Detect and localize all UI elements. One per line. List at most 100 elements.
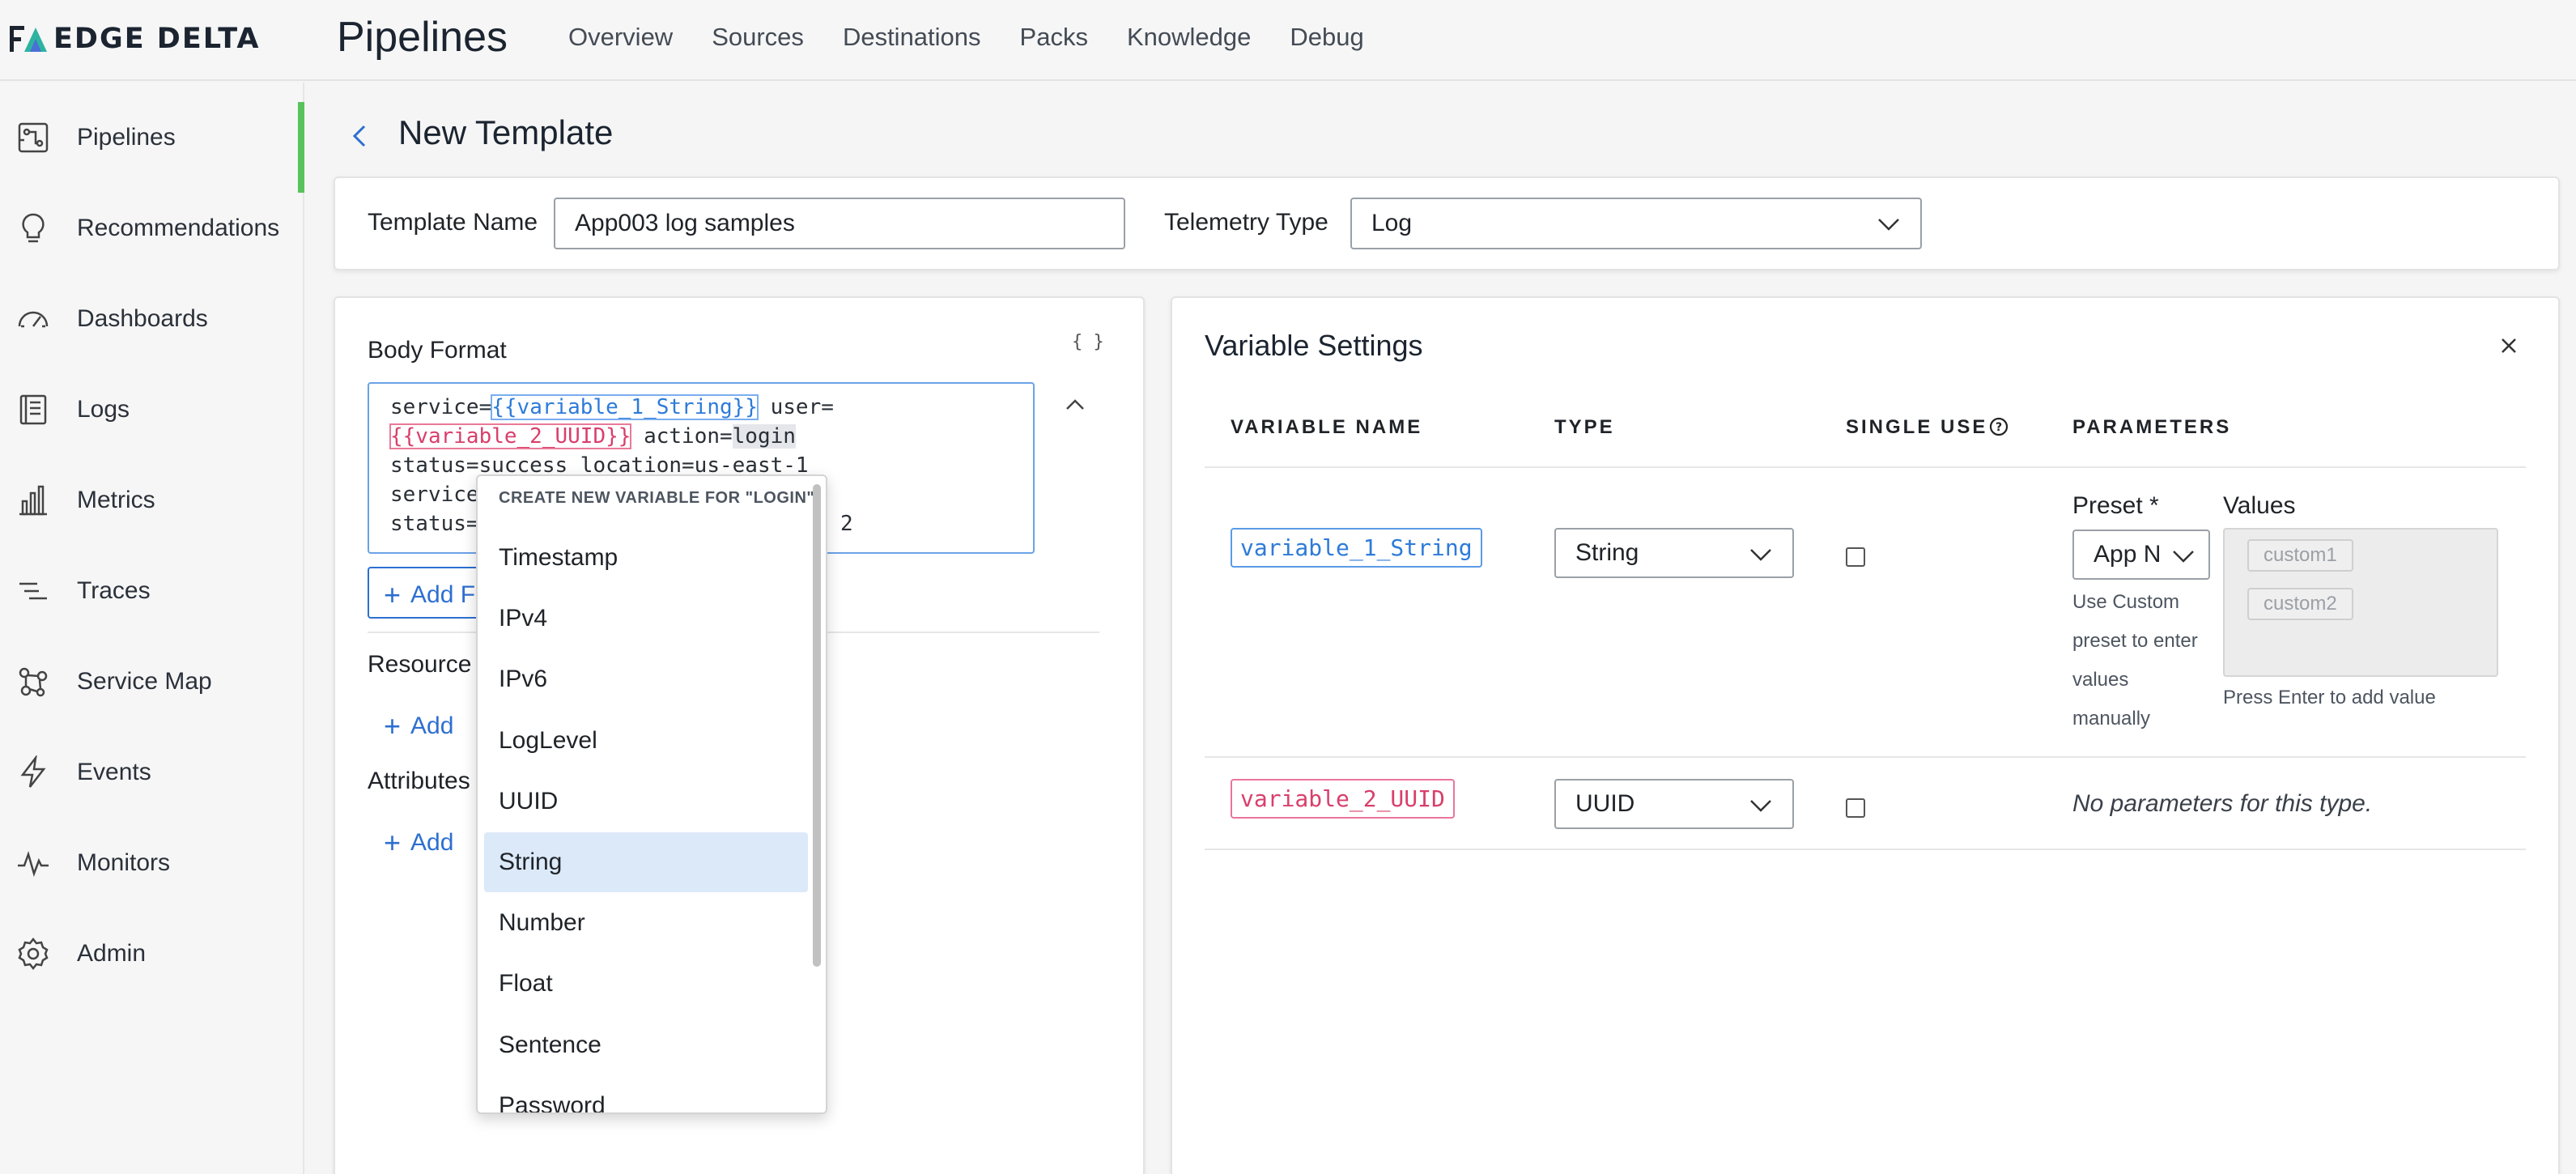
collapse-chevron-up-icon[interactable] (1064, 397, 1086, 413)
column-header-single-use: SINGLE USE (1846, 416, 1988, 438)
telemetry-type-value: Log (1371, 210, 1413, 236)
sidebar-item-label: Traces (77, 577, 151, 604)
dropdown-item-float[interactable]: Float (484, 954, 808, 1014)
preset-label: Preset * (2072, 492, 2159, 519)
json-braces-icon[interactable]: { } (1072, 332, 1104, 352)
variable-name-chip-2[interactable]: variable_2_UUID (1231, 779, 1455, 819)
variable-name-chip-1[interactable]: variable_1_String (1231, 528, 1482, 568)
svg-text:?: ? (1996, 421, 2002, 434)
value-chip-2[interactable]: custom2 (2247, 588, 2353, 620)
nav-overview[interactable]: Overview (568, 23, 673, 52)
sidebar-item-label: Monitors (77, 849, 171, 876)
row-divider (1205, 849, 2526, 850)
sidebar-item-label: Dashboards (77, 305, 208, 332)
close-icon[interactable] (2498, 335, 2519, 356)
single-use-checkbox-2[interactable] (1846, 798, 1865, 818)
values-input[interactable]: custom1 custom2 (2223, 528, 2498, 677)
code-line-2: {{variable_2_UUID}} action=login (389, 423, 796, 449)
value-chip-1[interactable]: custom1 (2247, 539, 2353, 572)
sidebar-item-label: Logs (77, 396, 130, 423)
template-name-value: App003 log samples (575, 210, 795, 236)
page-title: New Template (398, 113, 614, 151)
dropdown-item-number[interactable]: Number (484, 893, 808, 953)
help-icon[interactable]: ? (1988, 416, 2009, 437)
template-name-input[interactable]: App003 log samples (554, 198, 1125, 249)
sidebar-item-label: Metrics (77, 487, 155, 513)
selected-text[interactable]: login (732, 424, 796, 449)
template-name-label: Template Name (368, 209, 538, 236)
dropdown-item-password[interactable]: Password (484, 1076, 808, 1112)
dropdown-header: CREATE NEW VARIABLE FOR "LOGIN" (499, 489, 815, 507)
lightbulb-icon (16, 211, 50, 245)
sidebar-item-logs[interactable]: Logs (0, 364, 304, 455)
sidebar-item-label: Pipelines (77, 124, 176, 151)
add-resource-button[interactable]: + Add (384, 709, 453, 743)
sidebar-item-pipelines[interactable]: Pipelines (0, 92, 304, 193)
edge-delta-logo[interactable]: EDGE DELTA (8, 21, 261, 57)
dropdown-item-loglevel[interactable]: LogLevel (484, 711, 808, 771)
nav-destinations[interactable]: Destinations (843, 23, 981, 52)
resource-label: Resource (368, 651, 472, 678)
plus-icon: + (384, 578, 402, 611)
column-header-parameters: PARAMETERS (2072, 416, 2232, 438)
telemetry-type-label: Telemetry Type (1164, 209, 1328, 236)
logs-icon (16, 393, 50, 427)
logo-mark-icon (10, 26, 47, 52)
gauge-icon (16, 302, 50, 336)
logo-text: EDGE DELTA (53, 23, 261, 55)
values-label: Values (2223, 492, 2296, 519)
code-line-4: service (390, 483, 479, 507)
variable-type-dropdown: CREATE NEW VARIABLE FOR "LOGIN" Timestam… (476, 474, 827, 1114)
variable-token-2[interactable]: {{variable_2_UUID}} (389, 423, 632, 449)
sidebar-item-traces[interactable]: Traces (0, 546, 304, 636)
dropdown-item-timestamp[interactable]: Timestamp (484, 528, 808, 588)
type-select-row-1[interactable]: String (1554, 528, 1794, 578)
telemetry-type-select[interactable]: Log (1350, 198, 1922, 249)
back-chevron-icon[interactable] (346, 120, 372, 152)
bolt-icon (16, 754, 50, 789)
sidebar-item-label: Service Map (77, 668, 212, 695)
bar-chart-icon (16, 483, 50, 517)
preset-hint-line-1: Use Custom (2072, 591, 2180, 613)
nav-knowledge[interactable]: Knowledge (1127, 23, 1251, 52)
sidebar-item-metrics[interactable]: Metrics (0, 455, 304, 546)
page-heading: Pipelines (337, 14, 508, 61)
preset-value: App N (2094, 541, 2162, 568)
dropdown-item-string[interactable]: String (484, 832, 808, 892)
sidebar-item-admin[interactable]: Admin (0, 908, 304, 999)
plus-icon: + (384, 709, 402, 742)
variable-settings-title: Variable Settings (1205, 329, 1423, 362)
dropdown-item-uuid[interactable]: UUID (484, 772, 808, 832)
variable-token-1[interactable]: {{variable_1_String}} (491, 394, 759, 420)
header-divider (1205, 466, 2526, 468)
pipelines-icon (16, 121, 50, 155)
service-map-icon (16, 665, 50, 699)
add-attribute-button[interactable]: + Add (384, 826, 453, 860)
sidebar-item-service-map[interactable]: Service Map (0, 636, 304, 727)
type-select-value: String (1575, 539, 1639, 566)
top-bar: EDGE DELTA Pipelines Overview Sources De… (0, 0, 2576, 81)
values-hint: Press Enter to add value (2223, 687, 2436, 708)
sidebar-item-monitors[interactable]: Monitors (0, 818, 304, 908)
dropdown-item-ipv6[interactable]: IPv6 (484, 649, 808, 709)
code-line-1: service={{variable_1_String}} user= (390, 394, 834, 420)
dropdown-scrollbar[interactable] (813, 484, 821, 967)
chevron-down-icon (2170, 547, 2197, 565)
traces-icon (16, 574, 50, 608)
nav-debug[interactable]: Debug (1290, 23, 1363, 52)
nav-sources[interactable]: Sources (712, 23, 804, 52)
sidebar-item-recommendations[interactable]: Recommendations (0, 183, 304, 274)
single-use-checkbox-1[interactable] (1846, 547, 1865, 567)
type-select-row-2[interactable]: UUID (1554, 779, 1794, 829)
sidebar-item-dashboards[interactable]: Dashboards (0, 274, 304, 364)
nav-packs[interactable]: Packs (1020, 23, 1088, 52)
sidebar: Pipelines Recommendations Dashboards Log… (0, 83, 304, 1174)
attributes-label: Attributes (368, 768, 470, 794)
preset-select[interactable]: App N (2072, 530, 2210, 580)
sidebar-item-events[interactable]: Events (0, 727, 304, 818)
dropdown-item-ipv4[interactable]: IPv4 (484, 589, 808, 649)
sidebar-item-label: Admin (77, 940, 147, 967)
gear-icon (16, 937, 50, 971)
dropdown-item-sentence[interactable]: Sentence (484, 1015, 808, 1075)
column-header-type: TYPE (1554, 416, 1615, 438)
